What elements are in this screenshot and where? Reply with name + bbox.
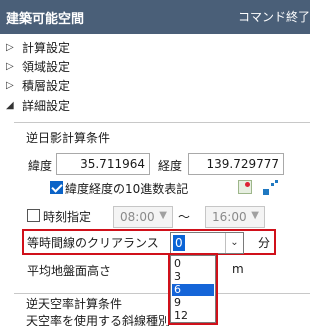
chevron-right-icon: ▷ bbox=[6, 79, 14, 91]
group-divider bbox=[14, 122, 310, 123]
time-specify-label: 時刻指定 bbox=[43, 210, 92, 224]
decimal-latlon-label: 緯度経度の10進数表記 bbox=[65, 182, 189, 196]
time-separator: 〜 bbox=[178, 210, 191, 224]
sky-group-title: 逆天空率計算条件 bbox=[26, 297, 123, 311]
route-icon[interactable] bbox=[262, 180, 280, 196]
chevron-right-icon: ▷ bbox=[6, 41, 14, 53]
shadow-group-title: 逆日影計算条件 bbox=[26, 131, 111, 145]
chevron-down-icon: ◢ bbox=[6, 99, 14, 111]
section-detail-settings[interactable]: ◢ 詳細設定 bbox=[6, 95, 70, 115]
latitude-label: 緯度 bbox=[28, 159, 53, 173]
clearance-value: 0 bbox=[173, 235, 185, 251]
clearance-unit: 分 bbox=[258, 236, 271, 250]
latitude-field[interactable]: 35.711964 bbox=[56, 153, 150, 175]
ground-height-label: 平均地盤面高さ bbox=[27, 264, 112, 278]
longitude-field[interactable]: 139.729777 bbox=[188, 153, 284, 175]
command-end-button[interactable]: コマンド終了 bbox=[238, 8, 310, 25]
panel-header: 建築可能空間 コマンド終了 bbox=[0, 0, 310, 34]
options-highlight bbox=[168, 253, 218, 325]
chevron-down-icon: ▼ bbox=[159, 210, 167, 221]
chevron-right-icon: ▷ bbox=[6, 60, 14, 72]
chevron-down-icon[interactable]: ⌄ bbox=[225, 233, 243, 253]
time-end-dropdown[interactable]: 16:00 ▼ bbox=[205, 206, 265, 228]
map-pin-icon[interactable] bbox=[238, 180, 252, 194]
slope-type-label: 天空率を使用する斜線種別 bbox=[26, 314, 171, 326]
section-stack-settings[interactable]: ▷ 積層設定 bbox=[6, 75, 70, 95]
decimal-latlon-checkbox[interactable] bbox=[50, 181, 63, 194]
clearance-label: 等時間線のクリアランス bbox=[27, 236, 159, 250]
panel-title: 建築可能空間 bbox=[6, 12, 85, 27]
group-divider bbox=[14, 293, 310, 294]
ground-height-unit: m bbox=[232, 262, 244, 276]
longitude-label: 経度 bbox=[158, 159, 183, 173]
chevron-down-icon: ▼ bbox=[251, 210, 259, 221]
section-area-settings[interactable]: ▷ 領域設定 bbox=[6, 56, 70, 76]
time-specify-checkbox[interactable] bbox=[27, 209, 40, 222]
time-start-dropdown[interactable]: 08:00 ▼ bbox=[113, 206, 173, 228]
clearance-combobox[interactable]: 0 ⌄ bbox=[170, 232, 244, 254]
section-calc-settings[interactable]: ▷ 計算設定 bbox=[6, 37, 70, 57]
